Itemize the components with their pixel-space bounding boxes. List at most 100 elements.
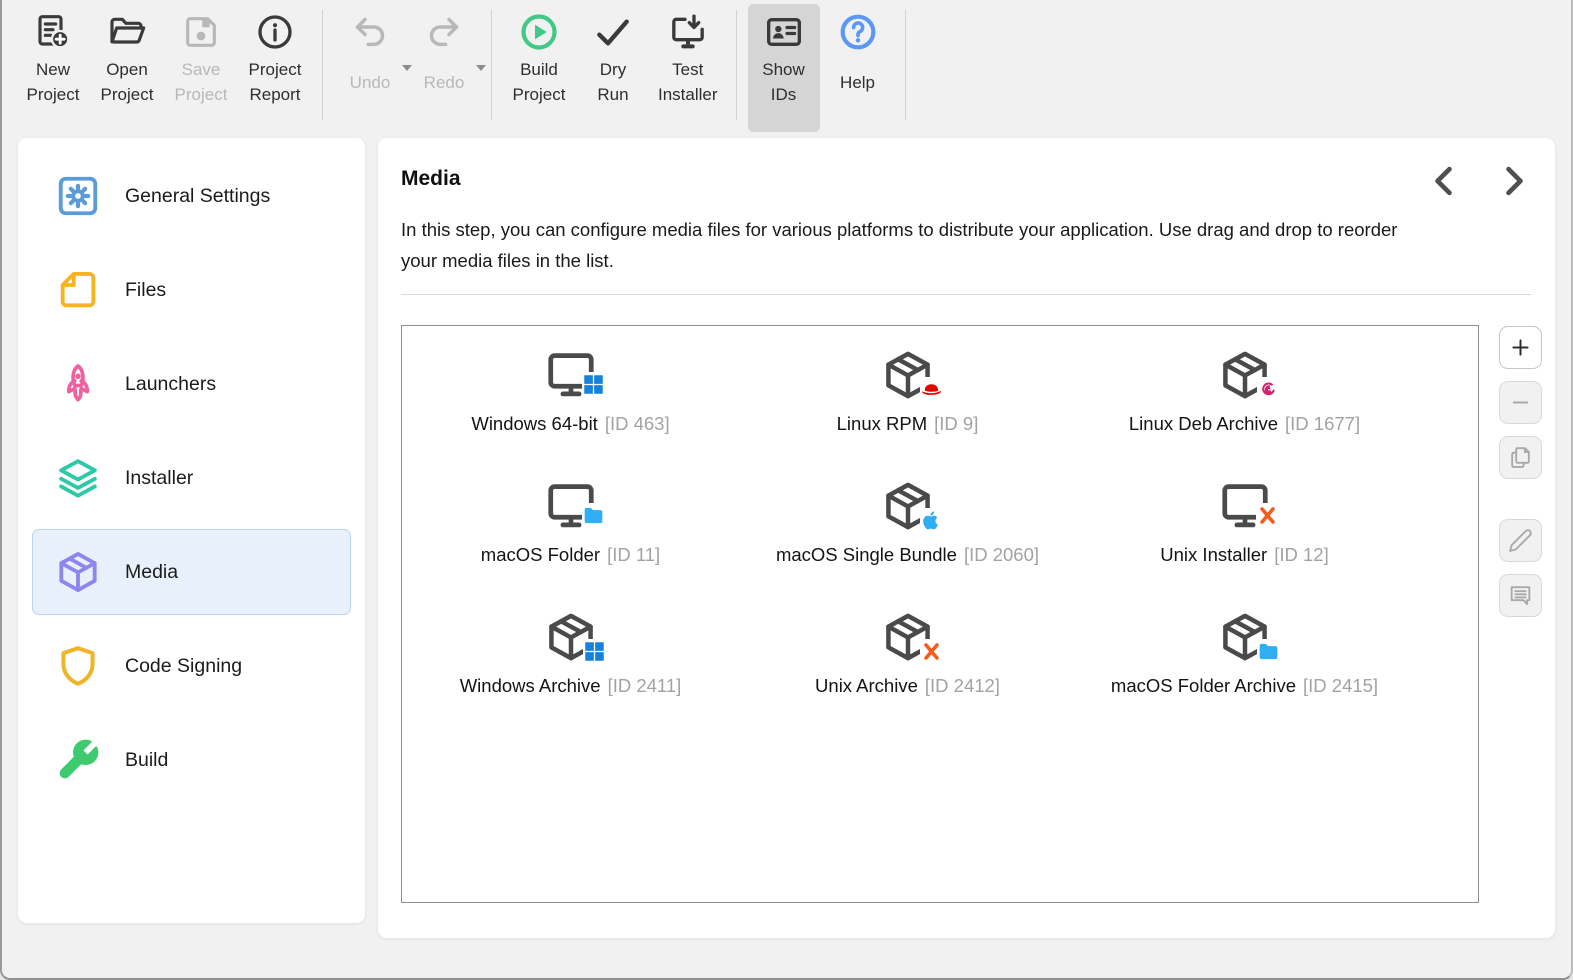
chevron-left-icon: [1426, 166, 1464, 204]
package-icon: [55, 549, 101, 595]
toolbar-separator: [735, 10, 737, 120]
sidebar-item-code-signing[interactable]: Code Signing: [32, 623, 351, 709]
media-item-macos-folder[interactable]: macOS Folder [ID 11]: [402, 479, 739, 610]
toolbar-button-label: Save Project: [174, 60, 228, 104]
previous-step-button[interactable]: [1426, 162, 1464, 200]
remove-button[interactable]: [1499, 381, 1542, 424]
toolbar-button-label: Help: [840, 72, 876, 92]
monitor-icon: [544, 348, 606, 402]
step-nav: [1426, 162, 1532, 200]
toolbar-button-label: Open Project: [100, 60, 154, 104]
media-item-label: Windows Archive [ID 2411]: [459, 675, 682, 696]
add-button[interactable]: [1499, 326, 1542, 369]
toolbar-button-open-project[interactable]: Open Project: [91, 4, 163, 132]
sidebar-item-installer[interactable]: Installer: [32, 435, 351, 521]
toolbar-button-dry-run[interactable]: Dry Run: [577, 4, 649, 132]
save-project-icon: [181, 12, 221, 52]
x-mark-badge-icon: [919, 639, 944, 663]
media-item-windows-64-bit[interactable]: Windows 64-bit [ID 463]: [402, 348, 739, 479]
dry-run-icon: [593, 12, 633, 52]
sidebar-item-label: Build: [125, 748, 169, 771]
sidebar-item-media[interactable]: Media: [32, 529, 351, 615]
redo-icon: [424, 12, 464, 52]
test-installer-icon: [668, 12, 708, 52]
toolbar: New Project Open Project Save Project Proje…: [2, 0, 1571, 134]
toolbar-button-label: Project Report: [248, 60, 302, 104]
windows-badge-icon: [582, 639, 607, 663]
launchers-icon: [55, 361, 101, 407]
media-item-unix-installer[interactable]: Unix Installer [ID 12]: [1076, 479, 1413, 610]
plus-icon: [1508, 335, 1533, 360]
media-item-linux-deb-archive[interactable]: Linux Deb Archive [ID 1677]: [1076, 348, 1413, 479]
sidebar-item-label: Installer: [125, 466, 194, 489]
sidebar-item-build[interactable]: Build: [32, 717, 351, 803]
media-item-label: macOS Folder [ID 11]: [480, 544, 661, 565]
duplicate-icon: [1508, 445, 1533, 470]
toolbar-button-show-ids[interactable]: Show IDs: [747, 4, 820, 132]
media-item-label: Windows 64-bit [ID 463]: [471, 413, 670, 434]
toolbar-button-label: Show IDs: [762, 60, 805, 104]
media-item-windows-archive[interactable]: Windows Archive [ID 2411]: [402, 610, 739, 741]
monitor-icon: [544, 479, 606, 533]
media-list: Windows 64-bit [ID 463] Linux RPM [ID 9] Lin…: [401, 325, 1479, 903]
redhat-badge-icon: [919, 377, 944, 401]
sidebar-item-files[interactable]: Files: [32, 247, 351, 333]
folder-badge-icon: [1256, 639, 1281, 663]
media-item-label: Linux Deb Archive [ID 1677]: [1128, 413, 1361, 434]
folder-badge-icon: [581, 503, 606, 527]
windows-badge-icon: [581, 372, 606, 396]
package-icon: [1218, 348, 1281, 402]
x-mark-badge-icon: [1255, 503, 1280, 527]
toolbar-button-label: Redo: [423, 72, 465, 92]
dropdown-caret-icon[interactable]: [476, 58, 486, 76]
show-ids-icon: [764, 12, 804, 52]
toolbar-button-project-report[interactable]: Project Report: [239, 4, 311, 132]
media-item-macos-single-bundle[interactable]: macOS Single Bundle [ID 2060]: [739, 479, 1076, 610]
sidebar-item-label: Code Signing: [125, 654, 243, 677]
sidebar-item-label: Media: [125, 560, 179, 583]
main-panel: Media In this step, you can configure me…: [378, 138, 1555, 938]
media-item-macos-folder-archive[interactable]: macOS Folder Archive [ID 2415]: [1076, 610, 1413, 741]
apple-badge-icon: [919, 508, 944, 532]
sidebar: General Settings Files Launchers Installer M…: [18, 138, 365, 923]
sidebar-item-label: Launchers: [125, 372, 217, 395]
toolbar-button-label: Undo: [349, 72, 391, 92]
build-project-icon: [519, 12, 559, 52]
main-header: Media In this step, you can configure me…: [378, 138, 1555, 295]
edit-button[interactable]: [1499, 519, 1542, 562]
toolbar-button-save-project[interactable]: Save Project: [165, 4, 237, 132]
sidebar-item-launchers[interactable]: Launchers: [32, 341, 351, 427]
media-item-label: Unix Installer [ID 12]: [1160, 544, 1329, 565]
next-step-button[interactable]: [1494, 162, 1532, 200]
package-icon: [881, 610, 944, 664]
comment-button[interactable]: [1499, 574, 1542, 617]
toolbar-button-build-project[interactable]: Build Project: [503, 4, 575, 132]
project-report-icon: [255, 12, 295, 52]
general-settings-icon: [55, 173, 101, 219]
toolbar-button-label: Dry Run: [597, 60, 629, 104]
installer-icon: [55, 455, 101, 501]
toolbar-button-redo[interactable]: Redo: [408, 4, 486, 132]
code-signing-icon: [55, 643, 101, 689]
sidebar-item-label: Files: [125, 278, 167, 301]
open-project-icon: [107, 12, 147, 52]
new-project-icon: [33, 12, 73, 52]
toolbar-separator: [322, 10, 323, 120]
toolbar-button-new-project[interactable]: New Project: [17, 4, 89, 132]
toolbar-button-test-installer[interactable]: Test Installer: [651, 4, 725, 132]
build-icon: [55, 737, 101, 783]
media-item-linux-rpm[interactable]: Linux RPM [ID 9]: [739, 348, 1076, 479]
page-description: In this step, you can configure media fi…: [401, 219, 1398, 271]
toolbar-separator: [491, 10, 492, 120]
media-item-unix-archive[interactable]: Unix Archive [ID 2412]: [739, 610, 1076, 741]
edit-pencil-icon: [1508, 528, 1533, 553]
duplicate-button[interactable]: [1499, 436, 1542, 479]
toolbar-button-help[interactable]: Help: [822, 4, 894, 132]
sidebar-item-general-settings[interactable]: General Settings: [32, 153, 351, 239]
comment-icon: [1508, 583, 1533, 608]
toolbar-button-label: New Project: [26, 60, 80, 104]
undo-icon: [350, 12, 390, 52]
toolbar-button-undo[interactable]: Undo: [334, 4, 412, 132]
toolbar-separator: [904, 10, 906, 120]
content: General Settings Files Launchers Installer M…: [2, 134, 1571, 938]
